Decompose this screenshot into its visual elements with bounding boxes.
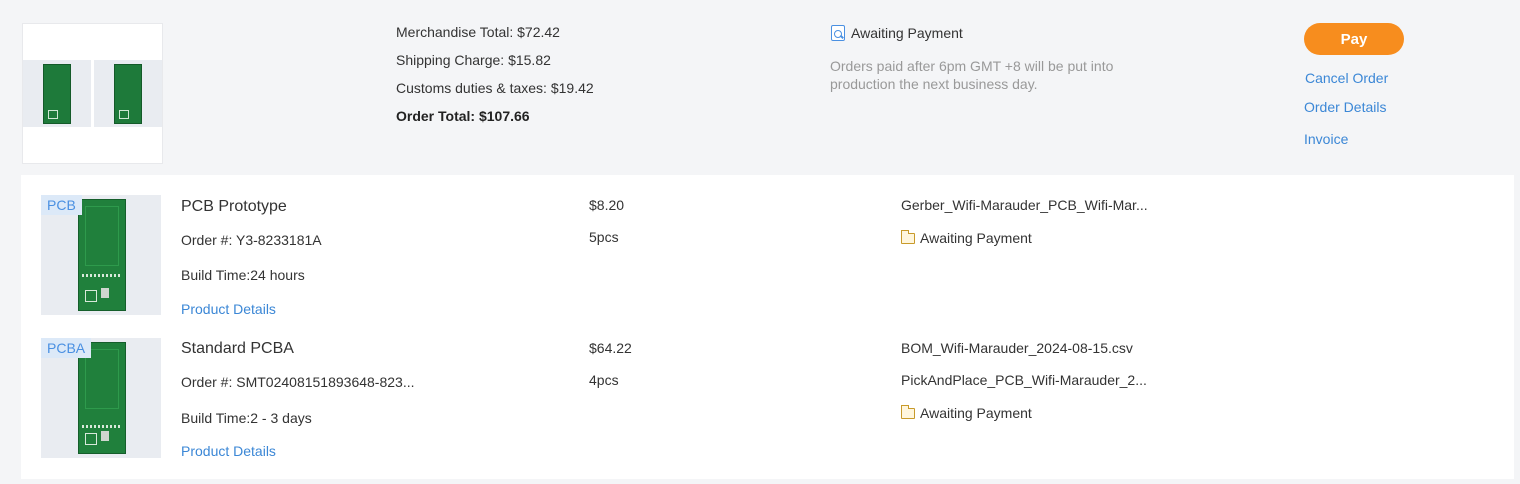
item-status: Awaiting Payment bbox=[900, 404, 1032, 421]
shipping-charge: Shipping Charge: $15.82 bbox=[396, 52, 551, 68]
order-status-label: Awaiting Payment bbox=[851, 25, 963, 41]
build-time: Build Time:24 hours bbox=[181, 267, 305, 283]
item-quantity: 4pcs bbox=[589, 372, 619, 388]
merchandise-total: Merchandise Total: $72.42 bbox=[396, 24, 560, 40]
file-name[interactable]: Gerber_Wifi-Marauder_PCB_Wifi-Mar... bbox=[901, 197, 1148, 213]
order-thumbnail bbox=[22, 23, 163, 164]
board-preview-image bbox=[23, 60, 91, 127]
pcb-product-image: PCB bbox=[41, 195, 161, 315]
pcba-product-image: PCBA bbox=[41, 338, 161, 458]
product-title: PCB Prototype bbox=[181, 198, 287, 215]
item-status: Awaiting Payment bbox=[900, 229, 1032, 246]
item-status-label: Awaiting Payment bbox=[920, 230, 1032, 246]
pay-button[interactable]: Pay bbox=[1304, 23, 1404, 55]
board-preview-image bbox=[94, 60, 162, 127]
item-quantity: 5pcs bbox=[589, 229, 619, 245]
product-title: Standard PCBA bbox=[181, 340, 294, 357]
customs-duties: Customs duties & taxes: $19.42 bbox=[396, 80, 594, 96]
item-status-label: Awaiting Payment bbox=[920, 405, 1032, 421]
document-search-icon bbox=[831, 25, 845, 41]
product-type-badge: PCBA bbox=[41, 338, 92, 358]
invoice-link[interactable]: Invoice bbox=[1304, 131, 1348, 147]
file-name[interactable]: PickAndPlace_PCB_Wifi-Marauder_2... bbox=[901, 372, 1147, 388]
folder-icon bbox=[900, 229, 915, 244]
item-price: $64.22 bbox=[589, 340, 632, 356]
item-price: $8.20 bbox=[589, 197, 625, 213]
order-total: Order Total: $107.66 bbox=[396, 108, 530, 124]
order-items-card: PCB PCB Prototype Order #: Y3-8233181A B… bbox=[21, 175, 1514, 479]
order-number: Order #: Y3-8233181A bbox=[181, 232, 322, 248]
payment-note: Orders paid after 6pm GMT +8 will be put… bbox=[830, 58, 1114, 92]
build-time: Build Time:2 - 3 days bbox=[181, 410, 312, 426]
product-details-link[interactable]: Product Details bbox=[181, 443, 276, 459]
order-status: Awaiting Payment bbox=[831, 25, 963, 41]
order-number: Order #: SMT02408151893648-823... bbox=[181, 374, 415, 390]
product-type-badge: PCB bbox=[41, 195, 82, 215]
file-name[interactable]: BOM_Wifi-Marauder_2024-08-15.csv bbox=[901, 340, 1133, 356]
folder-icon bbox=[900, 404, 915, 419]
order-details-link[interactable]: Order Details bbox=[1304, 99, 1386, 115]
cancel-order-link[interactable]: Cancel Order bbox=[1305, 70, 1388, 86]
product-details-link[interactable]: Product Details bbox=[181, 301, 276, 317]
